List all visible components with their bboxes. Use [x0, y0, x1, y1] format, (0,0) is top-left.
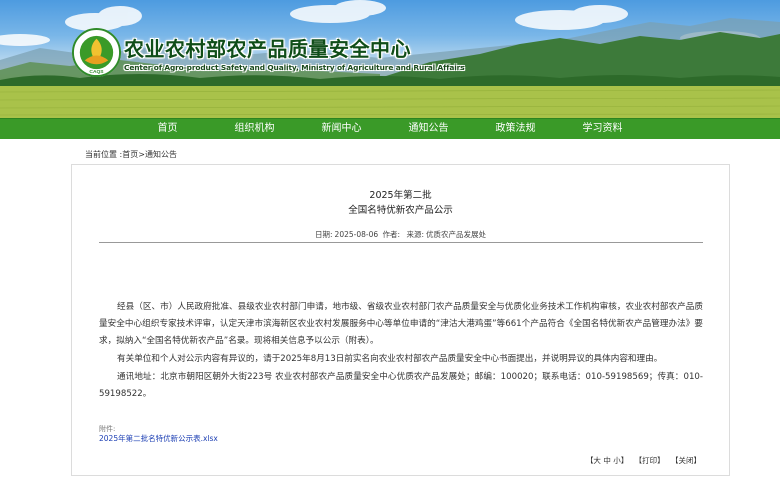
font-size-button[interactable]: 【大 中 小】	[586, 456, 628, 465]
header-banner: CAQS 农业农村部农产品质量安全中心 Center of Agro-produ…	[0, 0, 780, 118]
site-subtitle: Center of Agro-product Safety and Qualit…	[124, 63, 465, 72]
article-body: 经县（区、市）人民政府批准、县级农业农村部门申请，地市级、省级农业农村部门农产品…	[99, 299, 703, 404]
breadcrumb-prefix: 当前位置 :	[85, 150, 123, 159]
breadcrumb-home-link[interactable]: 首页	[122, 150, 138, 159]
author-label: 作者:	[382, 230, 401, 239]
nav-item-home[interactable]: 首页	[124, 119, 211, 139]
article-title-line1: 2025年第二批	[369, 190, 432, 201]
source-label: 来源:	[406, 230, 424, 239]
nav-item-notices[interactable]: 通知公告	[385, 119, 472, 139]
site-title: 农业农村部农产品质量安全中心	[124, 37, 411, 61]
nav-item-policies[interactable]: 政策法规	[472, 119, 559, 139]
breadcrumb-current-link[interactable]: 通知公告	[145, 150, 177, 159]
main-nav: 首页 组织机构 新闻中心 通知公告 政策法规 学习资料	[0, 118, 780, 139]
nav-item-study[interactable]: 学习资料	[559, 119, 646, 139]
nav-item-organization[interactable]: 组织机构	[211, 119, 298, 139]
breadcrumb: 当前位置 :首页>通知公告	[85, 149, 177, 160]
svg-text:CAQS: CAQS	[89, 69, 104, 75]
attachment-link[interactable]: 2025年第二批名特优新公示表.xlsx	[99, 433, 218, 444]
article-meta: 日期: 2025-08-06 作者: 来源: 优质农产品发展处	[72, 229, 729, 240]
paragraph-3: 通讯地址：北京市朝阳区朝外大街223号 农业农村部农产品质量安全中心优质农产品发…	[99, 372, 703, 399]
article-source: 优质农产品发展处	[425, 230, 486, 239]
print-button[interactable]: 【打印】	[635, 456, 665, 465]
breadcrumb-separator: >	[138, 150, 145, 159]
article-date: 2025-08-06	[334, 230, 379, 239]
caqs-logo: CAQS	[71, 27, 122, 78]
title-divider	[99, 242, 703, 243]
article-container: 2025年第二批 全国名特优新农产品公示 日期: 2025-08-06 作者: 来…	[71, 164, 730, 476]
paragraph-1: 经县（区、市）人民政府批准、县级农业农村部门申请，地市级、省级农业农村部门农产品…	[99, 302, 703, 346]
article-tools: 【大 中 小】 【打印】 【关闭】	[582, 455, 701, 466]
nav-item-news[interactable]: 新闻中心	[298, 119, 385, 139]
date-label: 日期:	[315, 230, 333, 239]
close-button[interactable]: 【关闭】	[671, 456, 701, 465]
paragraph-2: 有关单位和个人对公示内容有异议的，请于2025年8月13日前实名向农业农村部农产…	[117, 354, 663, 364]
article-title-line2: 全国名特优新农产品公示	[348, 205, 453, 216]
